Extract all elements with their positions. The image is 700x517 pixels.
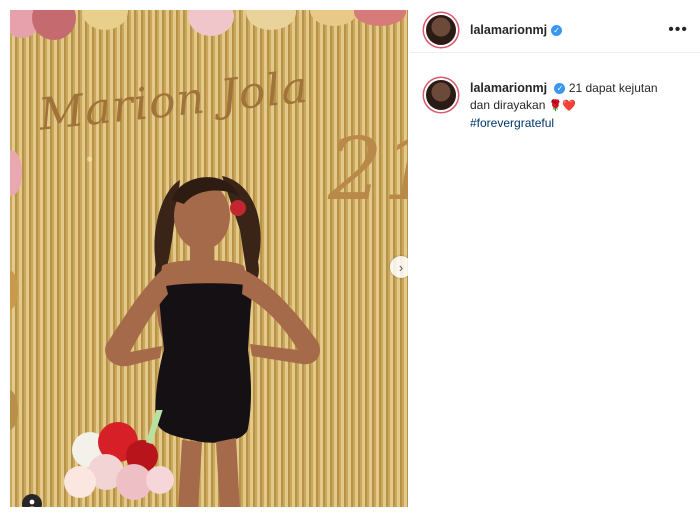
- post-photo[interactable]: Marion Jola 21 ›: [10, 10, 408, 507]
- avatar[interactable]: [426, 80, 456, 110]
- caption-text: lalamarionmj ✓ 21 dapat kejutan dan dira…: [470, 80, 680, 132]
- caption-username-link[interactable]: lalamarionmj: [470, 81, 547, 95]
- balloon: [310, 10, 358, 26]
- post-sidebar: lalamarionmj ✓ ••• lalamarionmj ✓ 21 dap…: [410, 0, 700, 517]
- balloon: [188, 10, 234, 36]
- balloon: [82, 10, 128, 30]
- post-header: lalamarionmj ✓ •••: [410, 8, 700, 53]
- verified-badge-icon: ✓: [551, 24, 563, 36]
- backdrop-age-number: 21: [328, 120, 408, 220]
- verified-badge-icon: ✓: [554, 83, 566, 94]
- balloon: [246, 10, 296, 30]
- balloon: [32, 10, 76, 40]
- balloon: [10, 390, 18, 430]
- username-link[interactable]: lalamarionmj: [470, 23, 547, 37]
- tagged-users-button[interactable]: [22, 494, 42, 507]
- rose-heart-emoji: 🌹❤️: [548, 100, 577, 112]
- instagram-post: Marion Jola 21 ›: [0, 0, 700, 517]
- balloon: [10, 150, 22, 196]
- more-options-icon[interactable]: •••: [668, 21, 688, 39]
- hashtag-link[interactable]: #forevergrateful: [470, 115, 680, 132]
- caption-comment: lalamarionmj ✓ 21 dapat kejutan dan dira…: [410, 76, 700, 132]
- balloon: [10, 270, 18, 310]
- carousel-next-button[interactable]: ›: [390, 256, 408, 278]
- user-icon: [29, 499, 35, 507]
- balloon: [354, 10, 406, 26]
- chevron-right-icon: ›: [398, 259, 404, 275]
- avatar[interactable]: [426, 15, 456, 45]
- flower-bouquet: [64, 410, 174, 500]
